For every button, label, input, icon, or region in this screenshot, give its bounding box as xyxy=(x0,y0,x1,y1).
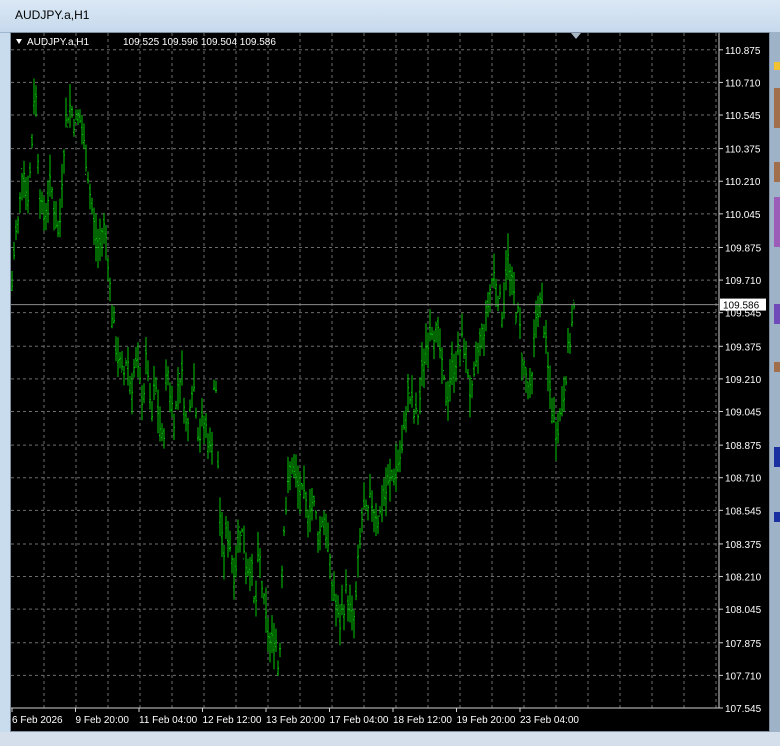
current-price-label: 109.586 xyxy=(723,301,760,312)
ohlc-header: 109.525 109.596 109.504 109.586 xyxy=(123,37,276,48)
price-tick-label: 108.710 xyxy=(725,474,762,485)
time-tick-label: 11 Feb 04:00 xyxy=(139,715,198,726)
price-tick-label: 110.210 xyxy=(725,177,761,188)
symbol-header: AUDJPY.a,H1 xyxy=(27,37,90,48)
chart-shift-marker-icon[interactable] xyxy=(571,33,581,39)
time-tick-label: 12 Feb 12:00 xyxy=(203,715,262,726)
chart-menu-triangle-icon[interactable] xyxy=(16,39,22,44)
price-tick-label: 108.875 xyxy=(725,441,762,452)
price-tick-label: 109.045 xyxy=(725,408,762,419)
status-mark xyxy=(774,62,780,70)
price-tick-label: 108.210 xyxy=(725,573,762,584)
price-tick-label: 109.710 xyxy=(725,276,762,287)
window-title: AUDJPY.a,H1 xyxy=(15,8,90,22)
chart-canvas: 110.875 110.710 110.545 110.375 110.210 110.0… xyxy=(11,33,766,726)
status-mark xyxy=(774,304,780,324)
time-tick-label: 6 Feb 2026 xyxy=(12,715,63,726)
price-tick-label: 110.045 xyxy=(725,210,761,221)
price-tick-label: 108.375 xyxy=(725,540,762,551)
price-tick-label: 108.045 xyxy=(725,605,762,616)
side-panel-edge xyxy=(770,32,780,746)
time-tick-label: 23 Feb 04:00 xyxy=(520,715,579,726)
price-tick-label: 107.710 xyxy=(725,671,762,682)
chart-window-titlebar[interactable]: AUDJPY.a,H1 xyxy=(0,0,780,33)
price-tick-label: 109.210 xyxy=(725,375,762,386)
grid-layer xyxy=(11,33,719,709)
price-tick-label: 109.875 xyxy=(725,243,762,254)
price-tick-label: 110.545 xyxy=(725,111,761,122)
time-tick-label: 9 Feb 20:00 xyxy=(76,715,130,726)
time-tick-label: 18 Feb 12:00 xyxy=(393,715,452,726)
status-mark xyxy=(774,197,780,247)
price-tick-label: 109.375 xyxy=(725,342,762,353)
price-tick-label: 108.545 xyxy=(725,506,762,517)
price-tick-label: 110.875 xyxy=(725,46,761,57)
status-mark xyxy=(774,162,780,182)
time-tick-label: 17 Feb 04:00 xyxy=(330,715,389,726)
time-tick-label: 19 Feb 20:00 xyxy=(457,715,516,726)
price-tick-label: 110.710 xyxy=(725,78,761,89)
price-tick-label: 107.545 xyxy=(725,704,762,715)
status-mark xyxy=(774,512,780,522)
price-chart[interactable]: 110.875 110.710 110.545 110.375 110.210 110.0… xyxy=(10,32,770,732)
bar-layer xyxy=(11,78,575,677)
status-mark xyxy=(774,88,780,128)
bottom-scroll-area[interactable] xyxy=(0,732,780,746)
time-tick-label: 13 Feb 20:00 xyxy=(266,715,325,726)
header-layer: AUDJPY.a,H1 109.525 109.596 109.504 109.… xyxy=(16,33,581,48)
price-tick-label: 110.375 xyxy=(725,145,761,156)
price-tick-label: 107.875 xyxy=(725,639,762,650)
status-mark xyxy=(774,447,780,467)
status-mark xyxy=(774,362,780,372)
